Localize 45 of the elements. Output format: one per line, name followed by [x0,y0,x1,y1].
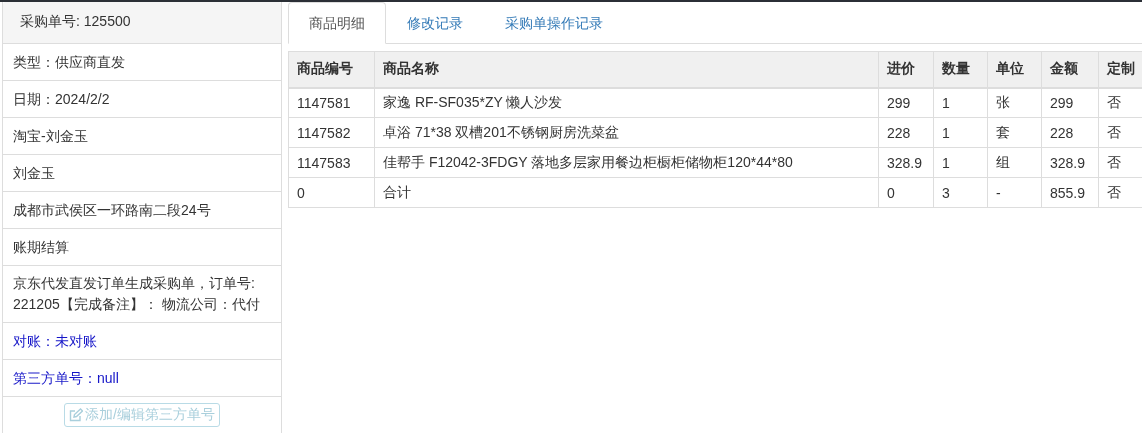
table-cell: 张 [987,87,1042,118]
info-text: 淘宝-刘金玉 [3,118,281,155]
info-text: 京东代发直发订单生成采购单，订单号: 221205【完成备注】： 物流公司：代付 [3,266,281,323]
table-cell: 0 [878,177,934,208]
info-text: 日期：2024/2/2 [3,81,281,118]
table-cell: 228 [878,117,934,148]
table-cell: 299 [1041,87,1099,118]
table-cell: 1147582 [288,117,375,148]
tab[interactable]: 修改记录 [386,2,484,44]
table-cell: 1 [933,117,988,148]
table-cell: - [987,177,1042,208]
panel-title: 采购单号: 125500 [3,2,281,44]
tab[interactable]: 商品明细 [288,2,386,44]
table-cell: 1147583 [288,147,375,178]
table-cell: 家逸 RF-SF035*ZY 懒人沙发 [374,87,879,118]
column-header: 进价 [878,51,934,88]
table-cell: 328.9 [1041,147,1099,178]
status-link[interactable]: 第三方单号：null [3,360,281,397]
column-header: 定制 [1098,51,1142,88]
tab[interactable]: 采购单操作记录 [484,2,624,44]
table-cell: 1147581 [288,87,375,118]
table-cell: 套 [987,117,1042,148]
table-cell: 卓浴 71*38 双槽201不锈钢厨房洗菜盆 [374,117,879,148]
edit-icon [69,408,84,422]
table-cell: 1 [933,147,988,178]
column-header: 单位 [987,51,1042,88]
table-cell: 299 [878,87,934,118]
table-cell: 合计 [374,177,879,208]
table-cell: 1 [933,87,988,118]
status-link[interactable]: 对账：未对账 [3,323,281,360]
info-text: 类型：供应商直发 [3,44,281,81]
info-text: 刘金玉 [3,155,281,192]
table-cell: 组 [987,147,1042,178]
table-cell: 3 [933,177,988,208]
table-cell: 佳帮手 F12042-3FDGY 落地多层家用餐边柜橱柜储物柜120*44*80 [374,147,879,178]
info-text: 账期结算 [3,229,281,266]
column-header: 商品名称 [374,51,879,88]
table-cell: 0 [288,177,375,208]
column-header: 金额 [1041,51,1099,88]
column-header: 数量 [933,51,988,88]
table-cell: 328.9 [878,147,934,178]
column-header: 商品编号 [288,51,375,88]
table-cell: 855.9 [1041,177,1099,208]
info-text: 成都市武侯区一环路南二段24号 [3,192,281,229]
table-cell: 228 [1041,117,1099,148]
